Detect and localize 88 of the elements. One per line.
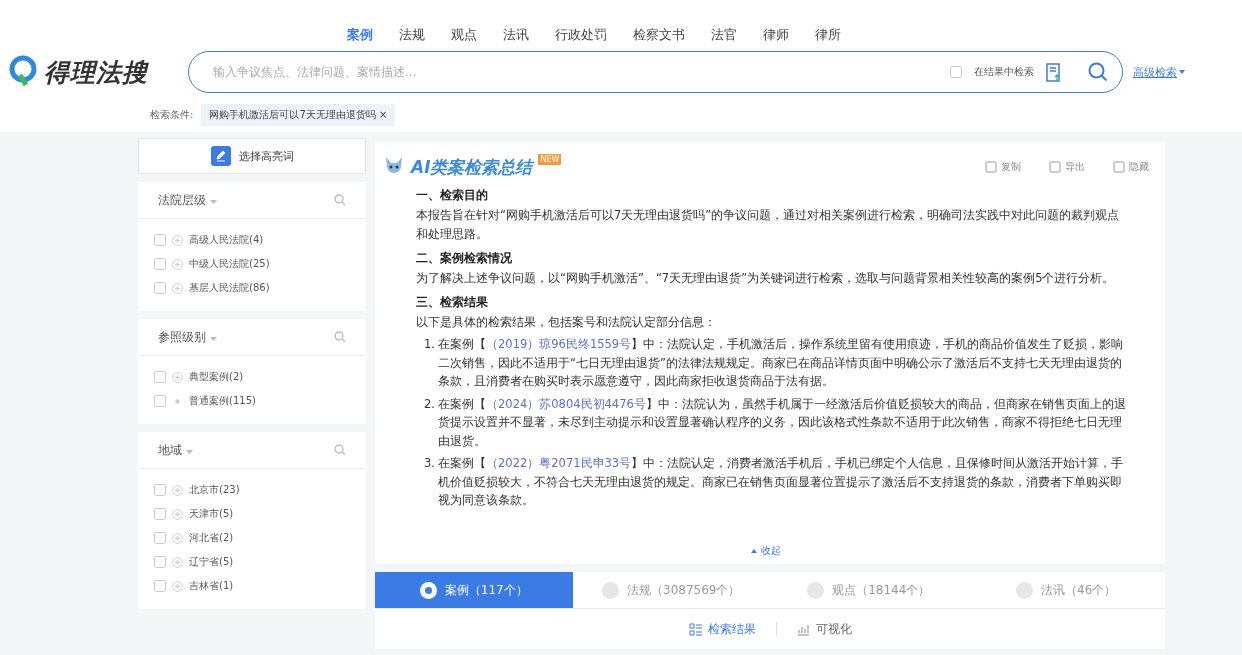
view-tab[interactable]: 可视化 [790,619,858,639]
checkbox[interactable] [154,580,166,592]
highlight-words-button[interactable]: 选择高亮词 [138,138,366,174]
checkbox[interactable] [154,556,166,568]
checkbox[interactable] [154,234,166,246]
filter-title: 地域 [158,441,328,459]
nav-tab[interactable]: 检察文书 [620,26,698,50]
filter-title: 法院层级 [158,191,328,209]
expand-icon[interactable] [172,371,183,383]
view-tab[interactable]: 检索结果 [682,619,762,639]
search-icon[interactable] [334,331,346,343]
filter-option[interactable]: 天津市(5) [189,507,234,521]
conditions-label: 检索条件: [150,108,194,122]
nav-tab[interactable]: 观点 [438,26,490,50]
caret-icon [185,449,193,454]
checkbox-label: 在结果中检索 [974,65,1034,79]
checkbox[interactable] [154,395,166,407]
filter-option[interactable]: 辽宁省(5) [189,555,234,569]
action-button[interactable]: 导出 [1049,160,1085,174]
result-tab[interactable]: 案例（117个） [375,572,573,608]
filter-option[interactable]: 北京市(23) [189,483,240,497]
expand-icon[interactable] [172,258,183,270]
filter-option[interactable]: 河北省(2) [189,531,234,545]
new-badge: NEW [538,154,562,165]
caret-icon [209,199,217,204]
expand-icon[interactable] [172,556,183,568]
section-heading: 一、检索目的 [416,187,489,204]
nav-tab[interactable]: 案例 [334,26,386,50]
paragraph: 本报告旨在针对“网购手机激活后可以7天无理由退货吗”的争议问题，通过对相关案例进行检索，明确司法实践中对此问题的裁判观点和处理思路。 [416,207,1121,243]
caret-icon [1179,70,1185,74]
checkbox[interactable] [154,532,166,544]
expand-icon[interactable] [172,508,183,520]
checkbox[interactable] [154,282,166,294]
search-icon[interactable] [1088,62,1108,82]
condition-tag[interactable]: 网购手机激活后可以7天无理由退货吗 × [201,104,396,126]
checkbox[interactable] [154,371,166,383]
expand-icon[interactable] [172,532,183,544]
checkbox[interactable] [154,484,166,496]
nav-tab[interactable]: 法官 [698,26,750,50]
nav-tab[interactable]: 律所 [802,26,854,50]
case-summary: 在案例【（2024）苏0804民初4476号】中：法院认为，虽然手机属于一经激活后价值贬损较大的商品，但商家在销售页面上的退货提示设置并不显著，未尽到主动提示和设置显著确认程序的义务，因此该格式性条款不适用于此次销售，商家不得拒绝七日无理由退货。 [438,395,1127,450]
nav-tab[interactable]: 法讯 [490,26,542,50]
filter-option[interactable]: 普通案例(115) [189,394,256,408]
filter-option[interactable]: 基层人民法院(86) [189,281,270,295]
case-summary: 在案例【（2019）琼96民终1559号】中：法院认定，手机激活后，操作系统里留有使用痕迹，手机的商品价值发生了贬损，影响二次销售，因此不适用于“七日无理由退货”的法律法规规定。商家已在商品详情页面中明确公示了激活后不支持七天无理由退货的条款，且消费者在购买时表示愿意遵守，因此商家拒收退货商品于法有据。 [438,336,1125,390]
summary-title: AI类案检索总结 [411,155,533,179]
filter-option[interactable]: 高级人民法院(4) [189,233,264,247]
search-icon[interactable] [334,194,346,206]
checkbox[interactable] [154,508,166,520]
filter-option[interactable]: 中级人民法院(25) [189,257,270,271]
filter-option[interactable]: 吉林省(1) [189,579,234,593]
expand-icon[interactable] [172,282,183,294]
list-number: 3. [423,455,436,472]
advanced-search-link[interactable]: 高级检索 [1133,64,1177,80]
chart-icon [796,622,810,636]
expand-icon[interactable] [172,580,183,592]
action-button[interactable]: 复制 [985,160,1021,174]
search-icon[interactable] [334,444,346,456]
caret-icon [751,549,757,553]
action-icon [985,161,997,173]
action-icon [1049,161,1061,173]
case-summary: 在案例【（2022）粤2071民申33号】中：法院认定，消费者激活手机后，手机已绑定个人信息，且保修时间从激活开始计算，手机价值贬损较大，不符合七天无理由退货的规定。商家已在销售页面显著位置提示了激活后不支持退货的条款，消费者下单购买即视为同意该条款。 [438,455,1125,509]
case-link[interactable]: （2022）粤2071民申33号 [486,456,632,470]
action-button[interactable]: 隐藏 [1113,160,1149,174]
case-link[interactable]: （2019）琼96民终1559号 [486,337,632,351]
collapse-link[interactable]: 收起 [383,538,1149,558]
list-number: 2. [423,395,436,413]
filter-title: 参照级别 [158,328,328,346]
list-icon [688,622,702,636]
action-icon [1113,161,1125,173]
pencil-icon [210,146,231,166]
section-heading: 三、检索结果 [416,294,489,311]
nav-tab[interactable]: 法规 [386,26,438,50]
expand-icon[interactable] [172,234,183,246]
expand-icon[interactable] [172,484,183,496]
section-heading: 二、案例检索情况 [416,250,513,267]
caret-icon [209,336,217,341]
paragraph: 以下是具体的检索结果，包括案号和法院认定部分信息： [416,314,717,331]
list-number: 1. [423,336,436,353]
checkbox[interactable] [154,258,166,270]
case-link[interactable]: （2024）苏0804民初4476号 [486,396,646,411]
nav-tab[interactable]: 律师 [750,26,802,50]
paragraph: 为了解决上述争议问题，以“网购手机激活”、“7天无理由退货”为关键词进行检索，选取与问题背景相关性较高的案例5个进行分析。 [416,270,1116,287]
document-icon[interactable] [1046,62,1062,82]
logo-text: 得理法搜 [44,56,148,89]
checkbox[interactable] [950,66,962,78]
nav-tab[interactable]: 行政处罚 [542,26,620,50]
filter-option[interactable]: 典型案例(2) [189,370,244,384]
